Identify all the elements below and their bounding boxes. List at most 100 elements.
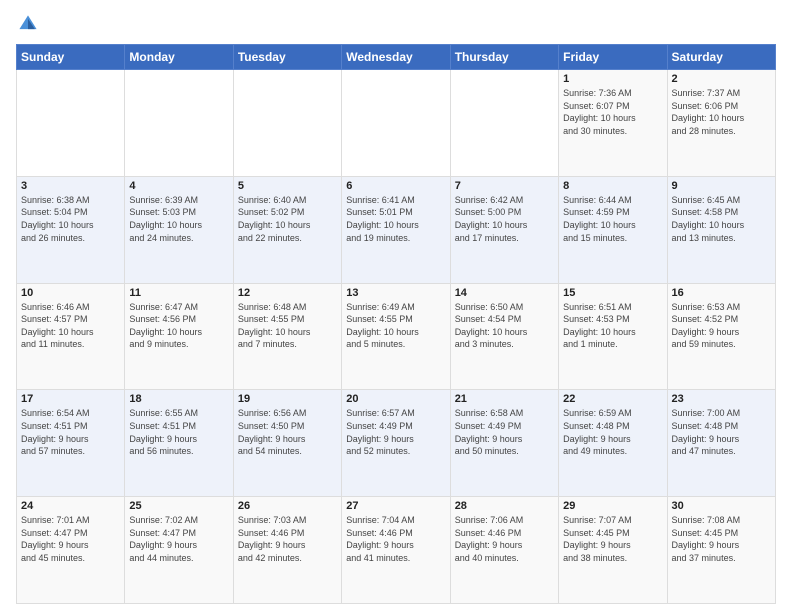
week-row-3: 10Sunrise: 6:46 AM Sunset: 4:57 PM Dayli… [17, 283, 776, 390]
day-number: 4 [129, 180, 228, 192]
day-number: 12 [238, 287, 337, 299]
day-cell: 7 Sunrise: 6:42 AM Sunset: 5:00 PM Daylig… [450, 176, 558, 283]
day-detail: Sunrise: 6:50 AM Sunset: 4:54 PM Dayligh… [455, 301, 554, 351]
day-number: 9 [672, 180, 771, 192]
day-cell: 5 Sunrise: 6:40 AM Sunset: 5:02 PM Daylig… [233, 176, 341, 283]
day-cell: 25Sunrise: 7:02 AM Sunset: 4:47 PM Dayli… [125, 497, 233, 604]
day-cell: 16 Sunrise: 6:53 AM Sunset: 4:52 PM Dayli… [667, 283, 775, 390]
day-number: 2 [672, 73, 771, 85]
day-number: 3 [21, 180, 120, 192]
day-cell [233, 70, 341, 177]
day-detail: Sunrise: 6:38 AM Sunset: 5:04 PM Dayligh… [21, 194, 120, 244]
week-row-5: 24 Sunrise: 7:01 AM Sunset: 4:47 PM Dayli… [17, 497, 776, 604]
day-cell: 6Sunrise: 6:41 AM Sunset: 5:01 PM Daylig… [342, 176, 450, 283]
header [16, 12, 776, 36]
day-of-week-sunday: Sunday [17, 45, 125, 70]
day-number: 7 [455, 180, 554, 192]
day-number: 17 [21, 393, 120, 405]
day-number: 19 [238, 393, 337, 405]
day-detail: Sunrise: 7:03 AM Sunset: 4:46 PM Dayligh… [238, 514, 337, 564]
day-number: 16 [672, 287, 771, 299]
day-cell: 30 Sunrise: 7:08 AM Sunset: 4:45 PM Dayli… [667, 497, 775, 604]
day-detail: Sunrise: 7:37 AM Sunset: 6:06 PM Dayligh… [672, 87, 771, 137]
week-row-1: 1 Sunrise: 7:36 AM Sunset: 6:07 PM Daylig… [17, 70, 776, 177]
day-cell: 22Sunrise: 6:59 AM Sunset: 4:48 PM Dayli… [559, 390, 667, 497]
day-detail: Sunrise: 6:39 AM Sunset: 5:03 PM Dayligh… [129, 194, 228, 244]
day-detail: Sunrise: 7:00 AM Sunset: 4:48 PM Dayligh… [672, 407, 771, 457]
day-detail: Sunrise: 7:36 AM Sunset: 6:07 PM Dayligh… [563, 87, 662, 137]
day-number: 24 [21, 500, 120, 512]
day-detail: Sunrise: 6:42 AM Sunset: 5:00 PM Dayligh… [455, 194, 554, 244]
day-detail: Sunrise: 7:04 AM Sunset: 4:46 PM Dayligh… [346, 514, 445, 564]
day-of-week-thursday: Thursday [450, 45, 558, 70]
day-detail: Sunrise: 6:44 AM Sunset: 4:59 PM Dayligh… [563, 194, 662, 244]
day-cell: 3 Sunrise: 6:38 AM Sunset: 5:04 PM Daylig… [17, 176, 125, 283]
day-cell: 18 Sunrise: 6:55 AM Sunset: 4:51 PM Dayli… [125, 390, 233, 497]
day-detail: Sunrise: 6:55 AM Sunset: 4:51 PM Dayligh… [129, 407, 228, 457]
day-number: 21 [455, 393, 554, 405]
day-cell: 1 Sunrise: 7:36 AM Sunset: 6:07 PM Daylig… [559, 70, 667, 177]
day-number: 1 [563, 73, 662, 85]
day-cell: 14 Sunrise: 6:50 AM Sunset: 4:54 PM Dayli… [450, 283, 558, 390]
day-cell: 15 Sunrise: 6:51 AM Sunset: 4:53 PM Dayli… [559, 283, 667, 390]
logo-icon [16, 12, 40, 36]
calendar-body: 1 Sunrise: 7:36 AM Sunset: 6:07 PM Daylig… [17, 70, 776, 604]
day-cell: 10Sunrise: 6:46 AM Sunset: 4:57 PM Dayli… [17, 283, 125, 390]
day-cell: 8 Sunrise: 6:44 AM Sunset: 4:59 PM Daylig… [559, 176, 667, 283]
day-detail: Sunrise: 6:40 AM Sunset: 5:02 PM Dayligh… [238, 194, 337, 244]
day-detail: Sunrise: 6:58 AM Sunset: 4:49 PM Dayligh… [455, 407, 554, 457]
day-number: 20 [346, 393, 445, 405]
day-cell: 29 Sunrise: 7:07 AM Sunset: 4:45 PM Dayli… [559, 497, 667, 604]
day-detail: Sunrise: 7:07 AM Sunset: 4:45 PM Dayligh… [563, 514, 662, 564]
day-cell: 26Sunrise: 7:03 AM Sunset: 4:46 PM Dayli… [233, 497, 341, 604]
day-detail: Sunrise: 6:53 AM Sunset: 4:52 PM Dayligh… [672, 301, 771, 351]
logo [16, 12, 44, 36]
day-number: 15 [563, 287, 662, 299]
day-detail: Sunrise: 7:08 AM Sunset: 4:45 PM Dayligh… [672, 514, 771, 564]
day-number: 23 [672, 393, 771, 405]
week-row-4: 17 Sunrise: 6:54 AM Sunset: 4:51 PM Dayli… [17, 390, 776, 497]
page: SundayMondayTuesdayWednesdayThursdayFrid… [0, 0, 792, 612]
day-number: 28 [455, 500, 554, 512]
day-number: 8 [563, 180, 662, 192]
day-cell: 24 Sunrise: 7:01 AM Sunset: 4:47 PM Dayli… [17, 497, 125, 604]
week-row-2: 3 Sunrise: 6:38 AM Sunset: 5:04 PM Daylig… [17, 176, 776, 283]
day-number: 30 [672, 500, 771, 512]
day-cell: 19 Sunrise: 6:56 AM Sunset: 4:50 PM Dayli… [233, 390, 341, 497]
day-of-week-monday: Monday [125, 45, 233, 70]
day-cell: 17 Sunrise: 6:54 AM Sunset: 4:51 PM Dayli… [17, 390, 125, 497]
day-cell: 4 Sunrise: 6:39 AM Sunset: 5:03 PM Daylig… [125, 176, 233, 283]
calendar: SundayMondayTuesdayWednesdayThursdayFrid… [16, 44, 776, 604]
day-detail: Sunrise: 6:47 AM Sunset: 4:56 PM Dayligh… [129, 301, 228, 351]
day-detail: Sunrise: 6:54 AM Sunset: 4:51 PM Dayligh… [21, 407, 120, 457]
day-cell: 28 Sunrise: 7:06 AM Sunset: 4:46 PM Dayli… [450, 497, 558, 604]
day-cell: 2 Sunrise: 7:37 AM Sunset: 6:06 PM Daylig… [667, 70, 775, 177]
day-number: 10 [21, 287, 120, 299]
day-cell [17, 70, 125, 177]
day-of-week-friday: Friday [559, 45, 667, 70]
day-number: 13 [346, 287, 445, 299]
day-detail: Sunrise: 6:45 AM Sunset: 4:58 PM Dayligh… [672, 194, 771, 244]
day-detail: Sunrise: 6:51 AM Sunset: 4:53 PM Dayligh… [563, 301, 662, 351]
day-detail: Sunrise: 7:01 AM Sunset: 4:47 PM Dayligh… [21, 514, 120, 564]
day-cell: 11Sunrise: 6:47 AM Sunset: 4:56 PM Dayli… [125, 283, 233, 390]
day-detail: Sunrise: 7:02 AM Sunset: 4:47 PM Dayligh… [129, 514, 228, 564]
day-of-week-tuesday: Tuesday [233, 45, 341, 70]
day-detail: Sunrise: 6:48 AM Sunset: 4:55 PM Dayligh… [238, 301, 337, 351]
day-cell [125, 70, 233, 177]
day-detail: Sunrise: 6:41 AM Sunset: 5:01 PM Dayligh… [346, 194, 445, 244]
day-detail: Sunrise: 6:49 AM Sunset: 4:55 PM Dayligh… [346, 301, 445, 351]
day-cell: 12 Sunrise: 6:48 AM Sunset: 4:55 PM Dayli… [233, 283, 341, 390]
day-of-week-wednesday: Wednesday [342, 45, 450, 70]
day-number: 14 [455, 287, 554, 299]
day-detail: Sunrise: 7:06 AM Sunset: 4:46 PM Dayligh… [455, 514, 554, 564]
day-number: 29 [563, 500, 662, 512]
day-detail: Sunrise: 6:56 AM Sunset: 4:50 PM Dayligh… [238, 407, 337, 457]
day-number: 18 [129, 393, 228, 405]
day-detail: Sunrise: 6:57 AM Sunset: 4:49 PM Dayligh… [346, 407, 445, 457]
header-row: SundayMondayTuesdayWednesdayThursdayFrid… [17, 45, 776, 70]
day-detail: Sunrise: 6:59 AM Sunset: 4:48 PM Dayligh… [563, 407, 662, 457]
day-cell: 20 Sunrise: 6:57 AM Sunset: 4:49 PM Dayli… [342, 390, 450, 497]
day-number: 5 [238, 180, 337, 192]
day-number: 27 [346, 500, 445, 512]
